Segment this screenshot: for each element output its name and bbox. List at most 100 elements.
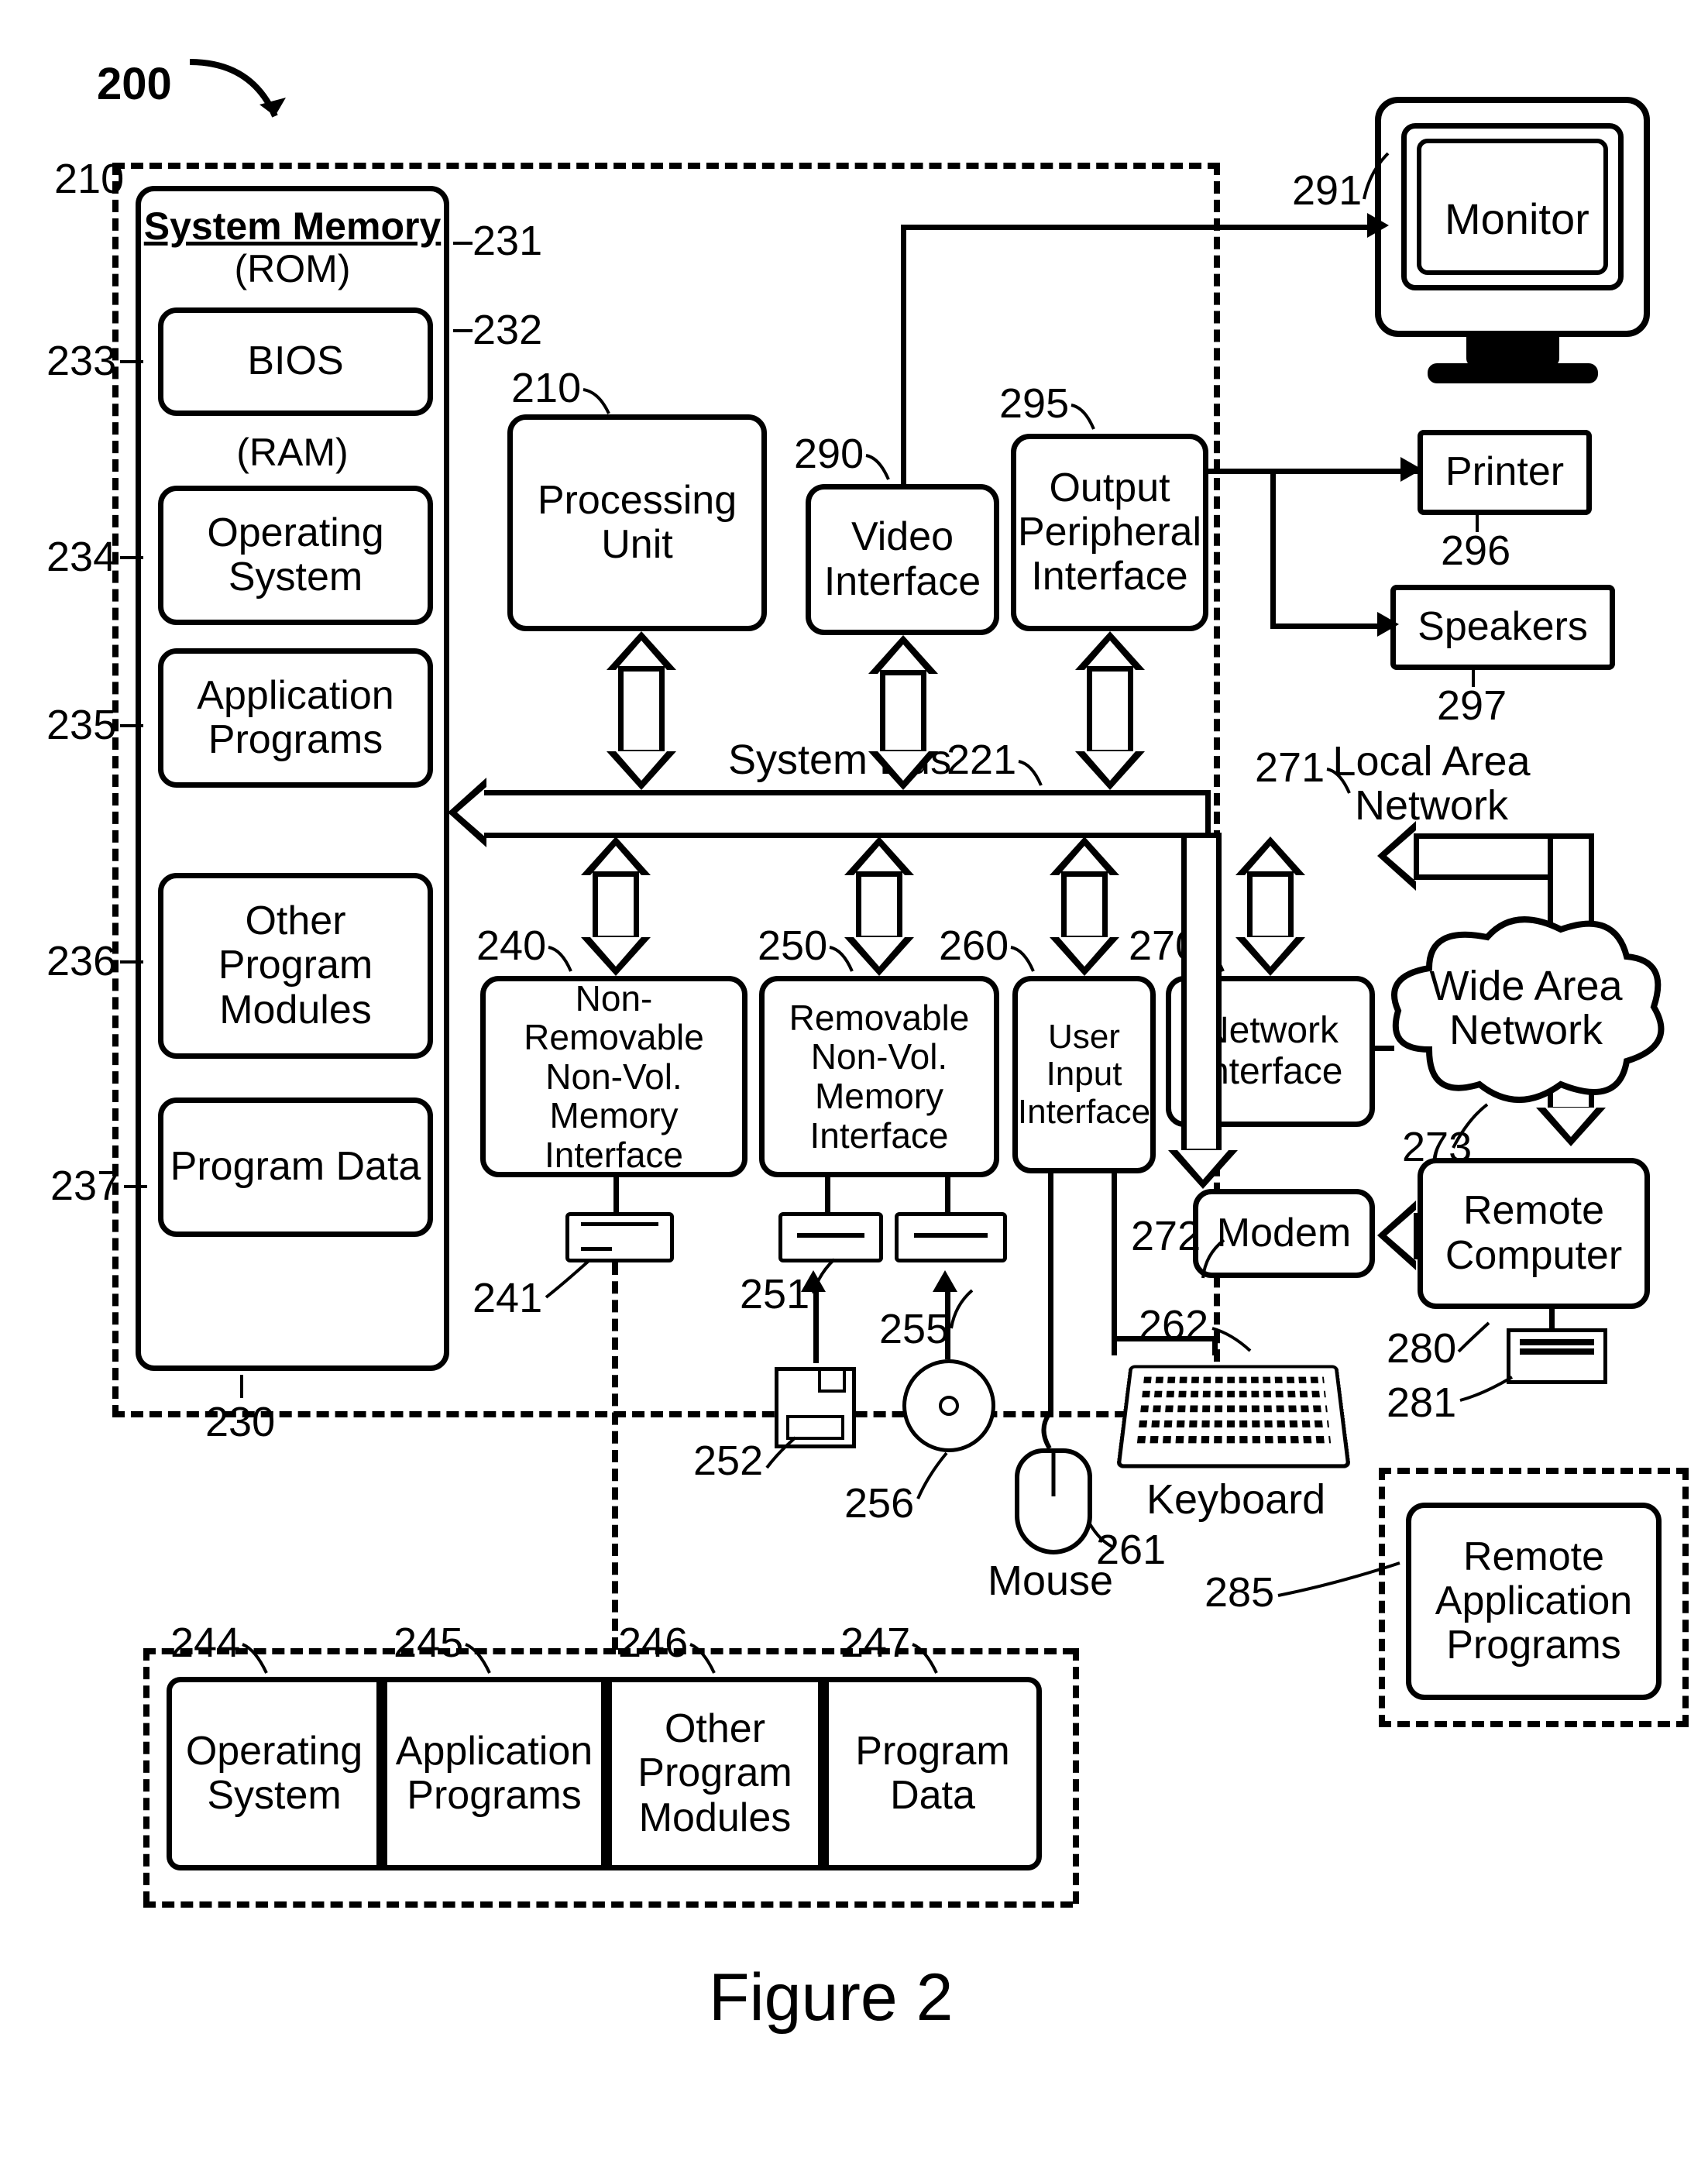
n-monitor: 291 xyxy=(1292,167,1362,215)
disk-modules-box: Other Program Modules xyxy=(607,1677,823,1870)
wan-label: Wide AreaNetwork xyxy=(1425,964,1627,1052)
disk-os-box: Operating System xyxy=(167,1677,382,1870)
keyboard-label: Keyboard xyxy=(1146,1475,1325,1523)
keyboard-icon xyxy=(1116,1365,1351,1468)
nrem-bus-down-icon xyxy=(581,937,651,976)
remote-dashed xyxy=(1379,1468,1689,1727)
printer-box: Printer xyxy=(1418,430,1592,515)
mouse-icon xyxy=(1015,1448,1092,1554)
hdd-dash-h xyxy=(143,1648,616,1654)
video-bus-down-icon xyxy=(868,751,938,790)
n-hdd: 241 xyxy=(473,1274,542,1322)
usr-if-box: User Input Interface xyxy=(1012,976,1156,1173)
usr-bus-up-icon xyxy=(1050,836,1119,875)
nrem-bus-up-icon xyxy=(581,836,651,875)
n-bios: 233 xyxy=(46,337,116,385)
n-odd: 255 xyxy=(879,1305,949,1353)
outp-bus-shaft xyxy=(1087,666,1133,755)
n-fdd: 251 xyxy=(740,1270,809,1318)
rom-label: (ROM) xyxy=(235,247,351,290)
system-bus xyxy=(484,790,1211,838)
figure-number: 200 xyxy=(97,58,172,110)
n-cd: 256 xyxy=(844,1479,914,1527)
n-modules: 236 xyxy=(46,937,116,985)
video-bus-up-icon xyxy=(868,635,938,674)
disk-apps-box: Application Programs xyxy=(382,1677,607,1870)
apps-box: Application Programs xyxy=(158,648,433,788)
outp-bus-up-icon xyxy=(1075,631,1145,670)
n-os: 234 xyxy=(46,533,116,581)
n-out-periph: 295 xyxy=(999,380,1069,428)
rem-bus-shaft xyxy=(856,871,902,941)
n-disk-modules: 246 xyxy=(618,1619,688,1667)
proc-bus-shaft xyxy=(618,666,665,755)
n-video-if: 290 xyxy=(794,430,864,478)
n-floppy: 252 xyxy=(693,1437,763,1485)
n-speakers: 297 xyxy=(1437,682,1507,730)
out-periph-box: Output Peripheral Interface xyxy=(1011,434,1208,631)
net-bus-down-icon xyxy=(1235,937,1305,976)
nrem-bus-shaft xyxy=(593,871,639,941)
n-data: 237 xyxy=(50,1162,120,1210)
n-remote-apps: 285 xyxy=(1205,1568,1274,1616)
n-rom: 231 xyxy=(473,217,542,265)
nonrem-if-box: Non-Removable Non-Vol. Memory Interface xyxy=(480,976,747,1177)
bus-modem-shaft xyxy=(1181,833,1222,1154)
lan-label: Local AreaNetwork xyxy=(1331,740,1532,827)
monitor-label: Monitor xyxy=(1445,194,1589,244)
proc-bus-down-icon xyxy=(607,751,676,790)
modem-wan-left-icon xyxy=(1377,1201,1416,1270)
disk-data-box: Program Data xyxy=(823,1677,1042,1870)
bus-arrow-left-icon xyxy=(448,778,486,847)
n-apps: 235 xyxy=(46,701,116,749)
video-if-box: Video Interface xyxy=(806,484,999,635)
usr-bus-down-icon xyxy=(1050,937,1119,976)
hdd-dash-v2 xyxy=(143,1648,149,1904)
remote-computer-box: Remote Computer xyxy=(1418,1158,1650,1309)
n-disk-data: 247 xyxy=(840,1619,910,1667)
ram-label: (RAM) xyxy=(141,431,444,474)
usr-bus-shaft xyxy=(1061,871,1108,941)
n-usr-if: 260 xyxy=(939,922,1009,970)
system-memory-outer: System Memory (ROM) BIOS (RAM) Operating… xyxy=(136,186,449,1371)
speakers-box: Speakers xyxy=(1390,585,1615,670)
hdd-dash-h3 xyxy=(618,1648,1075,1654)
n-lan: 271 xyxy=(1255,744,1325,792)
n-keyboard: 262 xyxy=(1139,1301,1208,1349)
remote-tower-icon xyxy=(1507,1328,1607,1384)
bios-box: BIOS xyxy=(158,307,433,416)
n-printer: 296 xyxy=(1441,527,1510,575)
lan-left-icon xyxy=(1377,821,1416,891)
n-sysmem-outer: 230 xyxy=(205,1398,275,1446)
system-memory-title: System Memory xyxy=(144,204,442,248)
rem-if-box: Removable Non-Vol. Memory Interface xyxy=(759,976,999,1177)
modules-box: Other Program Modules xyxy=(158,873,433,1059)
n-remote-dev: 281 xyxy=(1387,1379,1456,1427)
hdd-dash-v xyxy=(612,1262,618,1650)
n-ram: 232 xyxy=(473,306,542,354)
figure-arrow-icon xyxy=(182,54,298,139)
net-bus-shaft xyxy=(1247,871,1294,941)
n-disk-os: 244 xyxy=(170,1619,240,1667)
n-rem-if: 250 xyxy=(758,922,827,970)
lan-down-icon xyxy=(1536,1108,1606,1146)
hdd-dash-h2 xyxy=(143,1901,1073,1908)
n-bus: 221 xyxy=(947,736,1016,784)
n-remote: 280 xyxy=(1387,1324,1456,1372)
n-nonrem-if: 240 xyxy=(476,922,546,970)
processor-box: Processing Unit xyxy=(507,414,767,631)
boundary-label: 210 xyxy=(54,155,124,203)
os-box: Operating System xyxy=(158,486,433,625)
n-processor: 210 xyxy=(511,364,581,412)
mouse-label: Mouse xyxy=(988,1557,1113,1605)
outp-bus-down-icon xyxy=(1075,751,1145,790)
figure-caption: Figure 2 xyxy=(709,1960,954,2036)
proc-bus-up-icon xyxy=(607,631,676,670)
cd-icon xyxy=(902,1359,995,1452)
n-modem: 272 xyxy=(1131,1212,1201,1260)
net-bus-up-icon xyxy=(1235,836,1305,875)
bus-modem-down-icon xyxy=(1168,1150,1238,1189)
video-bus-shaft xyxy=(880,670,926,755)
n-disk-apps: 245 xyxy=(393,1619,463,1667)
rem-bus-down-icon xyxy=(844,937,914,976)
